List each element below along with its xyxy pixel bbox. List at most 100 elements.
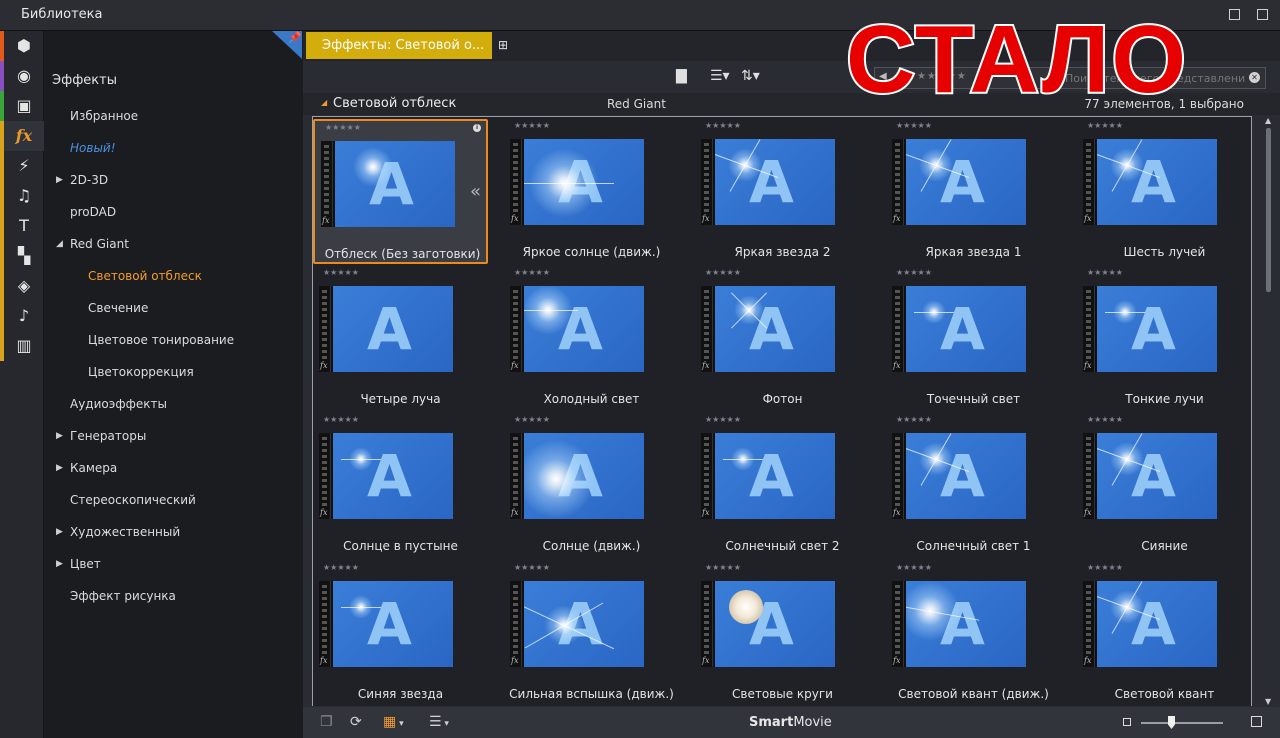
tree-item[interactable]: Свечение [88, 301, 148, 315]
expand-arrow-icon[interactable]: ▶ [56, 559, 63, 569]
tree-item[interactable]: ▶ Художественный [56, 525, 180, 539]
effect-item[interactable]: ★★★★★ fx A Фотон [695, 266, 870, 411]
grid-view-icon[interactable]: ▦ ▾ [383, 714, 404, 730]
effect-item[interactable]: ★★★★★ fx A Световой квант (движ.) [886, 561, 1061, 706]
list-view-icon[interactable]: ☰▾ [710, 68, 730, 84]
effect-item[interactable]: ★★★★★ fx A Синяя звезда [313, 561, 488, 706]
effect-item[interactable]: ★★★★★ i « fx A Отблеск (Без заготовки) [313, 119, 488, 264]
strip-score[interactable]: ♪ [0, 301, 44, 331]
rating-stars[interactable]: ★★★★★ [1087, 268, 1123, 277]
tree-item[interactable]: ▶ Генераторы [56, 429, 146, 443]
sort-icon[interactable]: ⇅▾ [741, 68, 760, 84]
grid-scrollbar[interactable]: ▲ ▼ [1265, 116, 1273, 706]
zoom-slider-handle[interactable] [1168, 716, 1175, 729]
rating-stars[interactable]: ★★★★★ [514, 121, 550, 130]
tab-effects[interactable]: Эффекты: Световой о... [306, 32, 492, 59]
info-icon[interactable]: i [473, 124, 481, 132]
pin-icon[interactable]: 📌 [288, 31, 302, 44]
strip-layers[interactable]: ◈ [0, 271, 44, 301]
detach-icon[interactable] [1257, 9, 1268, 20]
effect-item[interactable]: ★★★★★ fx A Яркая звезда 1 [886, 119, 1061, 264]
tree-item[interactable]: Эффект рисунка [70, 589, 176, 603]
effect-item[interactable]: ★★★★★ fx A Сильная вспышка (движ.) [504, 561, 679, 706]
tree-item[interactable]: ▶ 2D-3D [56, 173, 108, 187]
effect-item[interactable]: ★★★★★ fx A Сияние [1077, 413, 1251, 558]
strip-effects[interactable]: fx [0, 121, 44, 151]
rating-stars[interactable]: ★★★★★ [896, 415, 932, 424]
strip-transitions[interactable]: ⚡ [0, 151, 44, 181]
film-hole [1086, 191, 1091, 194]
rating-stars[interactable]: ★★★★★ [323, 415, 359, 424]
strip-montage[interactable]: ▚ [0, 241, 44, 271]
rating-stars[interactable]: ★★★★★ [323, 268, 359, 277]
tree-item[interactable]: Аудиоэффекты [70, 397, 167, 411]
tree-item[interactable]: ▶ Цвет [56, 557, 101, 571]
sync-icon[interactable]: ⟳ [350, 714, 362, 730]
zoom-in-icon[interactable] [1251, 716, 1262, 727]
collapse-triangle-icon[interactable]: ◢ [321, 98, 327, 107]
tree-item[interactable]: proDAD [70, 205, 116, 219]
add-tab-icon[interactable]: ⊞ [498, 38, 512, 52]
effect-item[interactable]: ★★★★★ fx A Точечный свет [886, 266, 1061, 411]
tree-item[interactable]: Стереоскопический [70, 493, 196, 507]
clear-search-icon[interactable]: ✕ [1249, 72, 1260, 83]
effect-item[interactable]: ★★★★★ fx A Шесть лучей [1077, 119, 1251, 264]
rating-stars[interactable]: ★★★★★ [705, 563, 741, 572]
tree-item[interactable]: Новый! [70, 141, 116, 155]
restore-icon[interactable] [1229, 9, 1240, 20]
rating-stars[interactable]: ★★★★★ [705, 268, 741, 277]
strip-collections[interactable]: ▣ [0, 91, 44, 121]
effect-item[interactable]: ★★★★★ fx A Четыре луча [313, 266, 488, 411]
effect-item[interactable]: ★★★★★ fx A Солнечный свет 1 [886, 413, 1061, 558]
effect-item[interactable]: ★★★★★ fx A Яркое солнце (движ.) [504, 119, 679, 264]
rating-stars[interactable]: ★★★★★ [514, 268, 550, 277]
rating-stars[interactable]: ★★★★★ [705, 121, 741, 130]
expand-arrow-icon[interactable]: ▶ [56, 431, 63, 441]
collapse-arrow-icon[interactable]: ◢ [56, 239, 63, 249]
effect-item[interactable]: ★★★★★ fx A Тонкие лучи [1077, 266, 1251, 411]
strip-music[interactable]: ♫ [0, 181, 44, 211]
effect-item[interactable]: ★★★★★ fx A Солнечный свет 2 [695, 413, 870, 558]
list-menu-icon[interactable]: ☰ ▾ [429, 714, 449, 730]
effect-item[interactable]: ★★★★★ fx A Световые круги [695, 561, 870, 706]
expand-arrow-icon[interactable]: ▶ [56, 463, 63, 473]
strip-media[interactable]: ◉ [0, 61, 44, 91]
copy-icon[interactable]: ❐ [320, 714, 333, 730]
effect-item[interactable]: ★★★★★ fx A Световой квант [1077, 561, 1251, 706]
rating-stars[interactable]: ★★★★★ [1087, 415, 1123, 424]
rating-stars[interactable]: ★★★★★ [896, 563, 932, 572]
rating-stars[interactable]: ★★★★★ [323, 563, 359, 572]
expand-arrow-icon[interactable]: ▶ [56, 527, 63, 537]
effect-item[interactable]: ★★★★★ fx A Яркая звезда 2 [695, 119, 870, 264]
effect-item[interactable]: ★★★★★ fx A Холодный свет [504, 266, 679, 411]
expand-arrow-icon[interactable]: ▶ [56, 175, 63, 185]
scroll-thumb[interactable] [1266, 128, 1271, 292]
tree-item[interactable]: Цветовое тонирование [88, 333, 234, 347]
rating-stars[interactable]: ★★★★★ [514, 563, 550, 572]
tree-item[interactable]: Цветокоррекция [88, 365, 194, 379]
tree-item[interactable]: Световой отблеск [88, 269, 202, 283]
effect-item[interactable]: ★★★★★ fx A Солнце (движ.) [504, 413, 679, 558]
preview-letter-a: A [1131, 295, 1176, 363]
rating-stars[interactable]: ★★★★★ [1087, 121, 1123, 130]
rating-stars[interactable]: ★★★★★ [896, 268, 932, 277]
rating-stars[interactable]: ★★★★★ [705, 415, 741, 424]
scroll-down-icon[interactable]: ▼ [1265, 697, 1271, 706]
folder-icon[interactable]: ▇ [676, 68, 687, 84]
effect-item[interactable]: ★★★★★ fx A Солнце в пустыне [313, 413, 488, 558]
rating-stars[interactable]: ★★★★★ [325, 123, 361, 132]
scroll-up-icon[interactable]: ▲ [1265, 116, 1271, 125]
smartmovie-button[interactable]: SmartMovie [749, 715, 832, 730]
tree-item[interactable]: ▶ Камера [56, 461, 117, 475]
expand-chevron-icon[interactable]: « [470, 181, 481, 202]
tree-item[interactable]: ◢ Red Giant [56, 237, 129, 251]
rating-stars[interactable]: ★★★★★ [1087, 563, 1123, 572]
zoom-slider[interactable] [1141, 722, 1223, 724]
strip-piano[interactable]: ▥ [0, 331, 44, 361]
strip-titles[interactable]: T [0, 211, 44, 241]
rating-stars[interactable]: ★★★★★ [514, 415, 550, 424]
strip-project-bin[interactable]: ⬢ [0, 31, 44, 61]
zoom-out-icon[interactable] [1123, 718, 1131, 726]
rating-stars[interactable]: ★★★★★ [896, 121, 932, 130]
tree-item[interactable]: Избранное [70, 109, 138, 123]
